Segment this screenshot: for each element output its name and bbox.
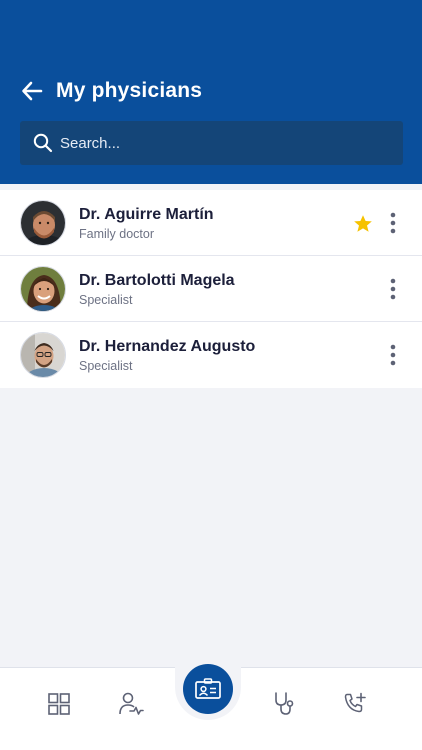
id-card-icon: [195, 678, 221, 699]
avatar: [20, 199, 66, 246]
nav-dashboard[interactable]: [41, 686, 77, 722]
physician-role: Specialist: [79, 293, 133, 307]
nav-my-physicians[interactable]: [183, 664, 233, 714]
nav-consultations[interactable]: [266, 686, 302, 722]
grid-icon: [48, 693, 70, 715]
search-bar[interactable]: [20, 121, 403, 165]
physician-info: Dr. Hernandez Augusto Specialist: [79, 337, 255, 375]
physician-name: Dr. Bartolotti Magela: [79, 272, 235, 289]
more-vertical-icon: [390, 212, 396, 234]
search-input[interactable]: [60, 128, 380, 158]
physician-role: Family doctor: [79, 227, 155, 241]
favorite-star-icon[interactable]: [353, 214, 373, 234]
back-button[interactable]: [20, 79, 44, 103]
search-icon: [32, 132, 54, 154]
physician-row[interactable]: Dr. Hernandez Augusto Specialist: [0, 322, 422, 388]
physician-row[interactable]: Dr. Aguirre Martín Family doctor: [0, 190, 422, 256]
avatar: [20, 265, 66, 312]
more-vertical-icon: [390, 278, 396, 300]
physician-info: Dr. Aguirre Martín Family doctor: [79, 205, 214, 243]
more-options-button[interactable]: [385, 277, 401, 301]
phone-plus-icon: [344, 692, 366, 713]
app-header: My physicians: [0, 0, 422, 184]
physician-info: Dr. Bartolotti Magela Specialist: [79, 271, 235, 309]
nav-emergency-call[interactable]: [337, 686, 373, 722]
arrow-left-icon: [22, 81, 43, 101]
avatar: [20, 332, 66, 378]
user-pulse-icon: [119, 692, 144, 715]
physician-name: Dr. Aguirre Martín: [79, 206, 214, 223]
physician-row[interactable]: Dr. Bartolotti Magela Specialist: [0, 256, 422, 322]
nav-health-profile[interactable]: [113, 686, 149, 722]
stethoscope-icon: [275, 692, 294, 715]
physician-role: Specialist: [79, 359, 133, 373]
header-row: My physicians: [20, 74, 202, 108]
physician-list: Dr. Aguirre Martín Family doctor Dr. Bar…: [0, 190, 422, 388]
more-options-button[interactable]: [385, 343, 401, 367]
page-title: My physicians: [56, 79, 203, 102]
more-vertical-icon: [390, 344, 396, 366]
more-options-button[interactable]: [385, 211, 401, 235]
bottom-navigation: [0, 662, 422, 750]
physician-name: Dr. Hernandez Augusto: [79, 338, 256, 355]
